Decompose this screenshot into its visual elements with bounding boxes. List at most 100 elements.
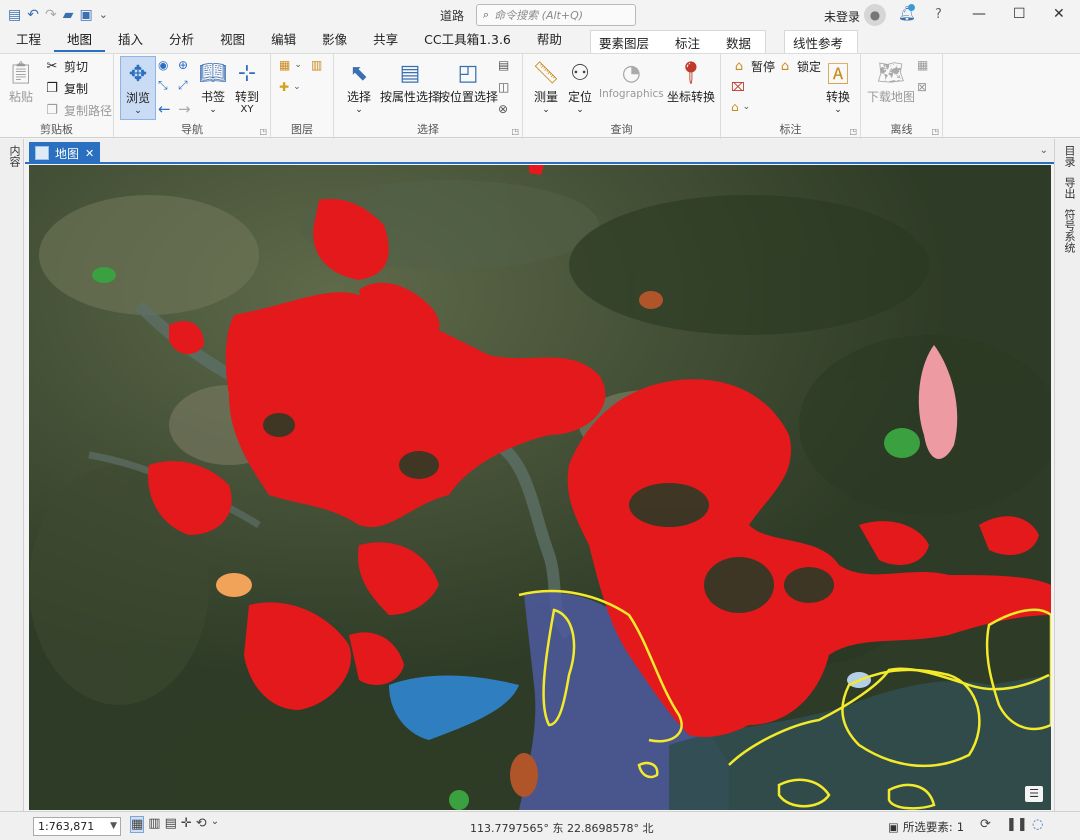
pause-drawing-icon[interactable]: ❚❚ [1006,817,1028,832]
green-landuse-polygon[interactable] [884,428,920,458]
more-labeling-icon[interactable]: ⌂ ⌄ [731,100,750,114]
catalog-pane-tab[interactable]: 目录 [1061,145,1077,167]
full-extent-icon[interactable]: ◉ [158,58,168,72]
group-selection: ⬉ 选择 ⌄ ▤ 按属性选择 ◰ 按位置选择 ▤ ◫ ⊗ 选择 ◳ [334,54,523,139]
remove-offline-icon[interactable]: ⊠ [917,80,927,94]
goto-xy-button[interactable]: ⊹ 转到 XY [232,58,262,115]
grid-view-icon[interactable]: ▥ [148,816,160,833]
tab-linear-referencing[interactable]: 线性参考 [793,33,843,52]
ribbon-tabs: 工程 地图 插入 分析 视图 编辑 影像 共享 CC工具箱1.3.6 帮助 [0,30,1080,52]
undo-icon[interactable]: ↶ [27,8,39,22]
attributes-icon[interactable]: ▤ [498,58,509,72]
basemap-icon[interactable]: ▦ ⌄ [279,58,302,72]
zoom-in-fixed-icon[interactable]: ⤡ [158,78,168,93]
group-layer: ▦ ⌄ ▥ ✚ ⌄ 图层 [271,54,334,139]
select-button[interactable]: ⬉ 选择 ⌄ [344,58,374,116]
select-by-attributes-button[interactable]: ▤ 按属性选择 [380,58,440,105]
map-view-icon[interactable]: ▦ [130,816,145,833]
add-data-icon[interactable]: ▥ [311,58,322,72]
maximize-icon[interactable]: ☐ [1013,6,1026,22]
tab-cc-toolbox[interactable]: CC工具箱1.3.6 [411,30,524,52]
select-by-location-button[interactable]: ◰ 按位置选择 [438,58,498,105]
navigate-launcher-icon[interactable]: ◳ [259,127,267,136]
group-label-labeling: 标注 [779,123,802,136]
tab-share[interactable]: 共享 [360,30,411,52]
table-view-icon[interactable]: ▤ [165,816,177,833]
infographics-button[interactable]: ◔ Infographics [599,58,664,101]
selection-launcher-icon[interactable]: ◳ [511,127,519,136]
explore-button[interactable]: ✥ 浏览 ⌄ [120,56,156,120]
help-icon[interactable]: ? [935,7,942,22]
customize-quick-access-icon[interactable]: ⌄ [99,8,108,22]
sync-icon[interactable]: ▦ [917,58,928,72]
tab-list-dropdown-icon[interactable]: ⌄ [1040,145,1048,156]
project-icon[interactable]: ▤ [8,8,21,22]
tab-labeling[interactable]: 标注 [675,33,700,52]
rotation-icon[interactable]: ⟲ [196,816,207,833]
brown-landuse-polygon[interactable] [510,753,538,797]
explore-icon: ✥ [128,61,148,87]
tab-edit[interactable]: 编辑 [258,30,309,52]
zoom-to-selection-icon[interactable]: ⊗ [498,102,508,116]
map-legend-toggle-icon[interactable]: ☰ [1025,786,1043,802]
close-tab-icon[interactable]: ✕ [85,147,94,160]
map-view[interactable]: ☰ [29,165,1051,810]
open-project-icon[interactable]: ▰ [63,8,74,22]
green-landuse-polygon[interactable] [92,267,116,283]
previous-extent-icon[interactable]: ← [158,100,171,118]
tab-imagery[interactable]: 影像 [309,30,360,52]
view-unplaced-icon[interactable]: ⌧ [731,80,745,94]
coordinate-conversion-button[interactable]: 📍︎ 坐标转换 [667,58,715,105]
paste-button[interactable]: 📋︎ 粘贴 [6,58,36,105]
tab-feature-layer[interactable]: 要素图层 [599,33,649,52]
command-search-input[interactable]: ⌕ 命令搜索 (Alt+Q) [476,4,636,26]
locate-label: 定位 [567,90,592,104]
lock-labels-button[interactable]: ⌂ 锁定 [777,58,821,75]
copy-label: 复制 [64,82,89,96]
add-layer-icon[interactable]: ✚ ⌄ [279,80,301,94]
clear-selection-icon[interactable]: ◫ [498,80,509,94]
offline-launcher-icon[interactable]: ◳ [931,127,939,136]
tab-help[interactable]: 帮助 [524,30,575,52]
tab-analysis[interactable]: 分析 [156,30,207,52]
user-status[interactable]: 未登录 [824,8,860,25]
snapping-icon[interactable]: ✛ [181,816,192,833]
tab-insert[interactable]: 插入 [105,30,156,52]
measure-button[interactable]: 📏︎ 测量 ⌄ [531,58,561,116]
orange-landuse-polygon[interactable] [216,573,252,597]
more-controls-icon[interactable]: ⌄ [211,816,219,833]
group-offline: 🗺︎ 下载地图 ▦ ⊠ 离线 ◳ [861,54,943,139]
zoom-out-fixed-icon[interactable]: ⤢ [178,78,188,93]
selected-features[interactable]: ▣ 所选要素: 1 [888,819,964,835]
minimize-icon[interactable]: — [972,6,986,22]
tab-data[interactable]: 数据 [726,33,751,52]
convert-labels-button[interactable]: 🄰 转换 ⌄ [823,58,853,115]
locate-button[interactable]: ⚇ 定位 ⌄ [565,58,595,116]
cut-button[interactable]: ✂ 剪切 [44,58,88,75]
next-extent-icon[interactable]: → [178,100,191,118]
labeling-launcher-icon[interactable]: ◳ [849,127,857,136]
contents-pane-tab[interactable]: 内容 [6,145,22,167]
new-map-icon[interactable]: ▣ [79,8,92,22]
export-pane-tab[interactable]: 导出 [1061,177,1077,199]
map-document-tab[interactable]: 地图 ✕ [29,142,101,164]
refresh-icon[interactable]: ⟳ [980,817,991,832]
scale-dropdown-icon[interactable]: ▼ [110,818,117,835]
brown-landuse-polygon[interactable] [639,291,663,309]
tab-project[interactable]: 工程 [0,30,54,52]
tab-map[interactable]: 地图 [54,30,106,52]
map-scale-input[interactable]: 1:763,871 ▼ [33,817,121,836]
bookmarks-button[interactable]: 📖︎ 书签 ⌄ [198,58,228,116]
symbology-pane-tab[interactable]: 符号系统 [1061,209,1077,253]
avatar-icon[interactable]: ● [864,4,886,26]
tab-view[interactable]: 视图 [207,30,258,52]
drawing-progress-icon[interactable]: ◌ [1032,817,1043,832]
copy-button[interactable]: ❐ 复制 [44,80,88,97]
download-map-button[interactable]: 🗺︎ 下载地图 [867,58,915,105]
green-landuse-polygon[interactable] [449,790,469,810]
fixed-zoom-icon[interactable]: ⊕ [178,58,188,72]
redo-icon[interactable]: ↷ [45,8,57,22]
copy-path-button[interactable]: ❐ 复制路径 [44,102,112,119]
close-icon[interactable]: ✕ [1053,6,1065,22]
pause-labels-button[interactable]: ⌂ 暂停 [731,58,775,75]
